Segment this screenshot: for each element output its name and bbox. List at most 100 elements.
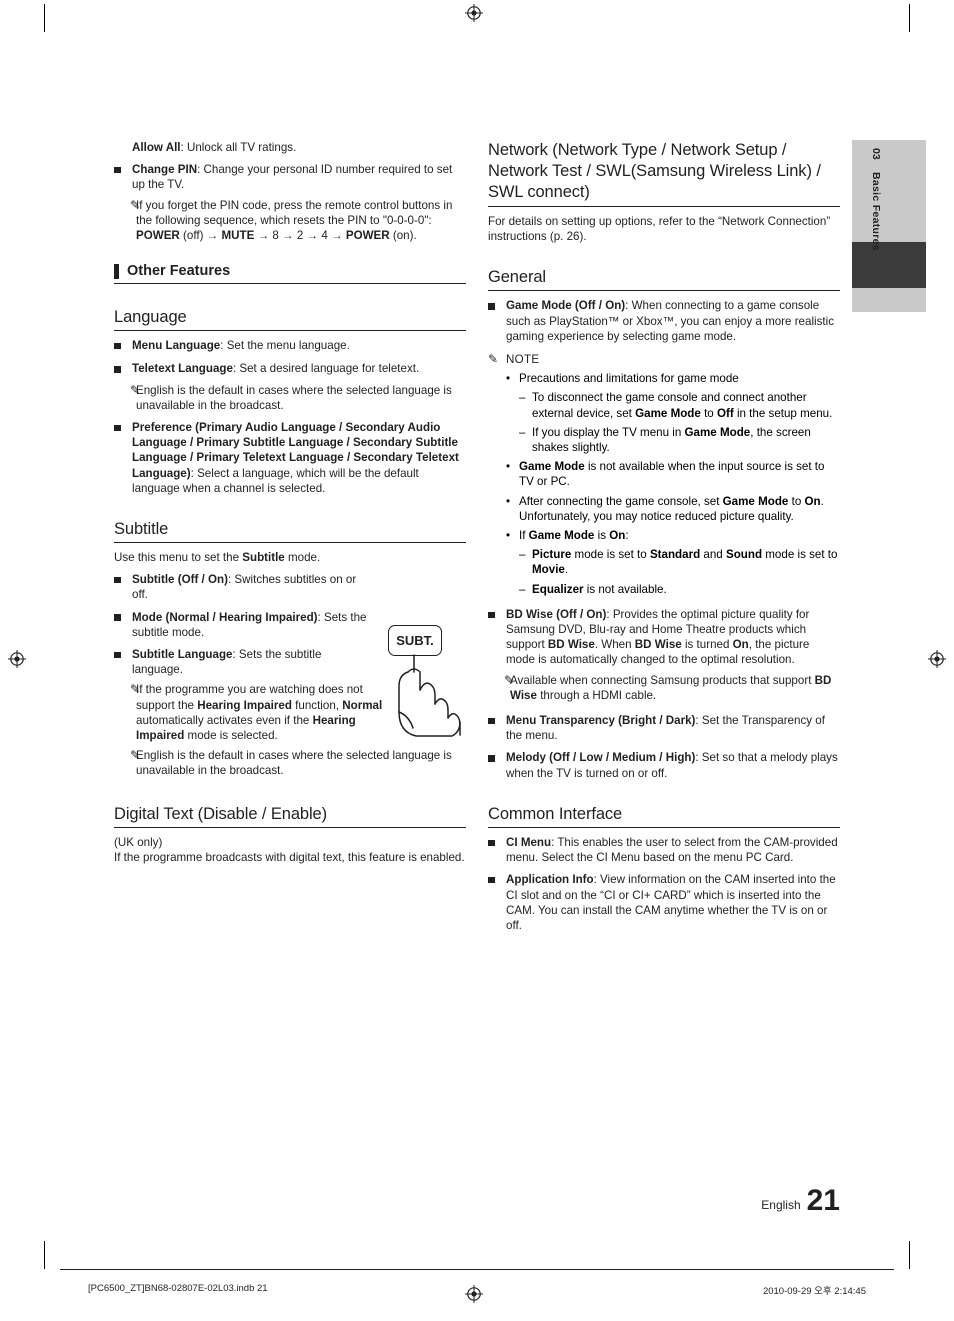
note-part-2: (off) → — [179, 229, 222, 243]
nps-bold-picture: Picture — [532, 548, 572, 562]
list-item-game-mode: Game Mode (Off / On): When connecting to… — [488, 298, 840, 344]
note-item-after-connecting: • After connecting the game console, set… — [506, 494, 840, 524]
pencil-icon: ✎ — [130, 382, 141, 397]
bdn-part-c: through a HDMI cable. — [536, 688, 657, 702]
note-label: NOTE — [506, 353, 540, 367]
ci-menu-label: CI Menu — [506, 835, 552, 849]
square-bullet-icon — [488, 872, 506, 933]
page-number-block: English 21 — [761, 1186, 840, 1216]
crop-mark-top-right — [909, 4, 911, 32]
note-not-available-text: Game Mode is not available when the inpu… — [519, 459, 840, 489]
note-after-connecting-text: After connecting the game console, set G… — [519, 494, 840, 524]
dot-bullet-icon: • — [506, 529, 511, 543]
allow-all-label: Allow All — [132, 141, 181, 154]
application-info-text: Application Info: View information on th… — [506, 872, 840, 933]
nna-bold-game-mode: Game Mode — [519, 460, 585, 474]
square-bullet-icon — [114, 572, 132, 602]
list-item-mode-normal: Mode (Normal / Hearing Impaired): Sets t… — [114, 610, 369, 640]
s-note-part-e: automatically activates even if the — [136, 713, 313, 727]
list-item-change-pin: Change PIN: Change your personal ID numb… — [114, 162, 466, 192]
subtitle-intro-part-1: Use this menu to set the — [114, 551, 243, 565]
other-features-heading: Other Features — [114, 263, 466, 285]
game-mode-label: Game Mode (Off / On) — [506, 299, 626, 313]
nps-bold-standard: Standard — [649, 548, 701, 562]
menu-language-label: Menu Language — [132, 339, 221, 353]
note-pencil-icon: ✎ — [488, 352, 499, 367]
dot-bullet-icon: • — [506, 494, 511, 508]
subtitle-onoff-text: Subtitle (Off / On): Switches subtitles … — [132, 572, 369, 602]
note-subitem-equalizer: – Equalizer is not available. — [519, 582, 840, 597]
note-if-on-text: If Game Mode is On: — [519, 528, 840, 543]
crop-mark-bottom-right — [909, 1241, 911, 1269]
pencil-icon: ✎ — [130, 682, 141, 697]
nps-part-f: mode is set to — [762, 548, 838, 562]
note-part-3: → 8 → 2 → 4 → — [254, 229, 346, 243]
nac-bold-game-mode: Game Mode — [722, 494, 789, 508]
right-column: Network (Network Type / Network Setup / … — [488, 140, 840, 933]
common-interface-heading: Common Interface — [488, 805, 840, 828]
teletext-language-text: Teletext Language: Set a desired languag… — [132, 361, 466, 377]
change-pin-label: Change PIN — [132, 163, 198, 177]
nac-part-c: to — [788, 494, 805, 508]
square-bullet-icon — [488, 713, 506, 743]
dot-bullet-icon: • — [506, 372, 511, 386]
melody-text: Melody (Off / Low / Medium / High): Set … — [506, 750, 840, 780]
subt-button-illustration: SUBT. — [385, 625, 475, 750]
digital-text-uk-only: (UK only) — [114, 835, 163, 849]
note-change-pin: ✎ If you forget the PIN code, press the … — [114, 198, 466, 244]
bd-bold-1: BD Wise — [547, 638, 595, 652]
nps-part-b: mode is set to — [571, 548, 650, 562]
neq-bold-equalizer: Equalizer — [532, 582, 584, 596]
pencil-icon: ✎ — [130, 197, 141, 212]
square-bullet-icon — [114, 162, 132, 192]
preference-text: Preference (Primary Audio Language / Sec… — [132, 420, 466, 496]
square-bullet-icon — [114, 338, 132, 354]
note-equalizer-text: Equalizer is not available. — [532, 582, 840, 597]
note-bold-power-on: POWER — [345, 229, 390, 243]
nd-part-c: to — [700, 406, 717, 420]
footer-timestamp: 2010-09-29 오후 2:14:45 — [762, 1286, 866, 1297]
note-disconnect-text: To disconnect the game console and conne… — [532, 390, 840, 420]
crop-mark-top-left — [44, 4, 46, 32]
bd-part-f: is turned — [681, 638, 733, 652]
square-bullet-icon — [114, 610, 132, 640]
bd-wise-note-text: Available when connecting Samsung produc… — [510, 673, 840, 703]
allow-all-text: Allow All: Unlock all TV ratings. — [132, 140, 466, 155]
side-tab-dark-band — [852, 242, 926, 288]
note-subtitle-hearing: ✎ If the programme you are watching does… — [114, 682, 400, 743]
nio-part-a: If — [519, 529, 529, 543]
melody-label: Melody (Off / Low / Medium / High) — [506, 751, 696, 765]
digital-text-body: If the programme broadcasts with digital… — [114, 850, 465, 864]
subtitle-language-label: Subtitle Language — [132, 648, 233, 662]
note-bold-mute: MUTE — [221, 229, 255, 243]
subtitle-onoff-label: Subtitle (Off / On) — [132, 573, 228, 587]
nps-bold-sound: Sound — [725, 548, 763, 562]
side-tab-chapter-number: 03 — [870, 148, 882, 160]
nd-bold-game-mode: Game Mode — [635, 406, 701, 420]
square-bullet-icon — [114, 647, 132, 677]
nio-part-e: : — [625, 529, 629, 543]
note-subitem-picture-sound: – Picture mode is set to Standard and So… — [519, 547, 840, 577]
note-picture-sound-text: Picture mode is set to Standard and Soun… — [532, 547, 840, 577]
network-heading: Network (Network Type / Network Setup / … — [488, 140, 840, 207]
game-mode-text: Game Mode (Off / On): When connecting to… — [506, 298, 840, 344]
square-bullet-icon — [114, 361, 132, 377]
nps-bold-movie: Movie — [532, 563, 565, 577]
registration-mark-left — [8, 650, 26, 668]
ns-bold-game-mode: Game Mode — [684, 425, 751, 439]
subtitle-note-1-text: If the programme you are watching does n… — [136, 682, 400, 743]
list-item-menu-transparency: Menu Transparency (Bright / Dark): Set t… — [488, 713, 840, 743]
language-heading: Language — [114, 308, 466, 332]
general-heading: General — [488, 268, 840, 292]
nio-bold-on: On — [609, 529, 626, 543]
heading-bar — [114, 263, 119, 279]
square-bullet-icon — [488, 750, 506, 780]
bdn-part-a: Available when connecting Samsung produc… — [510, 673, 815, 687]
ci-menu-desc: : This enables the user to select from t… — [506, 835, 838, 865]
note-item-not-available: • Game Mode is not available when the in… — [506, 459, 840, 489]
list-item-preference: Preference (Primary Audio Language / Sec… — [114, 420, 466, 496]
square-bullet-icon — [488, 298, 506, 344]
side-tab-chapter-title: Basic Features — [870, 172, 882, 251]
list-item-bd-wise: BD Wise (Off / On): Provides the optimal… — [488, 607, 840, 668]
list-item-melody: Melody (Off / Low / Medium / High): Set … — [488, 750, 840, 780]
